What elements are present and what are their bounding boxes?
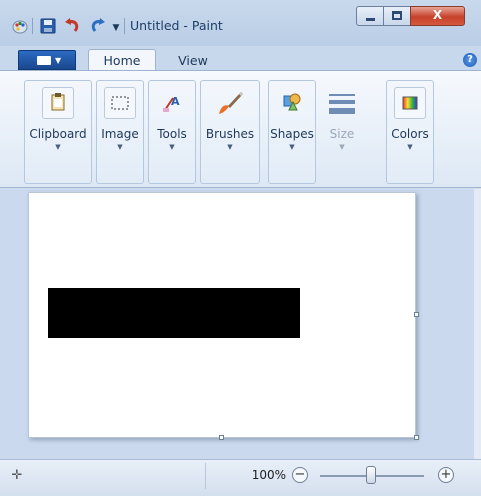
customize-quick-access-button[interactable]: ▼ xyxy=(110,22,122,34)
chevron-down-icon: ▼ xyxy=(227,143,233,151)
canvas-resize-handle-right[interactable] xyxy=(414,312,419,317)
redo-icon[interactable] xyxy=(88,18,106,34)
colors-icon xyxy=(394,87,426,119)
minimize-button[interactable] xyxy=(356,6,384,26)
ribbon-group-size: Size ▼ xyxy=(320,80,364,184)
maximize-button[interactable] xyxy=(383,6,411,26)
group-label: Image xyxy=(101,127,139,141)
paint-menu-button[interactable]: ▼ xyxy=(18,50,76,70)
chevron-down-icon: ▼ xyxy=(55,143,61,151)
minimize-icon xyxy=(366,18,375,21)
chevron-down-icon: ▼ xyxy=(117,143,123,151)
group-label: Tools xyxy=(157,127,187,141)
tab-view[interactable]: View xyxy=(168,52,218,70)
clipboard-icon xyxy=(42,87,74,119)
tab-home[interactable]: Home xyxy=(88,49,156,72)
chevron-down-icon: ▼ xyxy=(55,56,62,65)
group-label: Size xyxy=(329,127,355,141)
ribbon-group-shapes[interactable]: Shapes ▼ xyxy=(268,80,316,184)
canvas-resize-handle-corner[interactable] xyxy=(414,435,419,440)
window-title: Untitled - Paint xyxy=(130,18,223,33)
chevron-down-icon: ▼ xyxy=(289,143,295,151)
close-icon: X xyxy=(432,8,443,22)
image-select-icon xyxy=(104,87,136,119)
size-lines-icon xyxy=(326,87,358,119)
save-icon[interactable] xyxy=(40,18,56,34)
zoom-out-button[interactable]: − xyxy=(292,467,308,483)
svg-text:A: A xyxy=(171,95,180,108)
zoom-slider-thumb[interactable] xyxy=(366,466,376,484)
status-separator xyxy=(205,463,206,489)
black-rectangle-shape[interactable] xyxy=(48,288,300,338)
ribbon-group-colors[interactable]: Colors ▼ xyxy=(386,80,434,184)
zoom-level-label: 100% xyxy=(251,468,286,482)
shapes-icon xyxy=(276,87,308,119)
canvas-resize-handle-bottom[interactable] xyxy=(219,435,224,440)
group-label: Brushes xyxy=(205,127,255,141)
undo-icon[interactable] xyxy=(64,18,82,34)
tools-icon: A xyxy=(156,87,188,119)
vertical-scrollbar[interactable] xyxy=(474,189,481,459)
move-cross-icon: ✛ xyxy=(11,468,23,483)
ribbon-group-image[interactable]: Image ▼ xyxy=(96,80,144,184)
maximize-icon xyxy=(392,11,402,20)
help-icon[interactable]: ? xyxy=(463,53,477,67)
chevron-down-icon: ▼ xyxy=(339,143,345,151)
group-label: Shapes xyxy=(270,127,314,141)
group-label: Clipboard xyxy=(29,127,87,141)
group-label: Colors xyxy=(391,127,429,141)
quick-access-separator xyxy=(32,18,33,34)
ribbon-group-brushes[interactable]: Brushes ▼ xyxy=(200,80,260,184)
close-button[interactable]: X xyxy=(410,6,465,26)
paint-app-icon[interactable] xyxy=(12,18,28,34)
chevron-down-icon: ▼ xyxy=(169,143,175,151)
title-separator xyxy=(124,18,125,34)
menu-icon xyxy=(37,56,51,65)
chevron-down-icon: ▼ xyxy=(407,143,413,151)
ribbon-group-clipboard[interactable]: Clipboard ▼ xyxy=(24,80,92,184)
zoom-in-button[interactable]: + xyxy=(438,467,454,483)
brush-icon xyxy=(214,87,246,119)
status-bar xyxy=(0,459,481,496)
ribbon-group-tools[interactable]: A Tools ▼ xyxy=(148,80,196,184)
